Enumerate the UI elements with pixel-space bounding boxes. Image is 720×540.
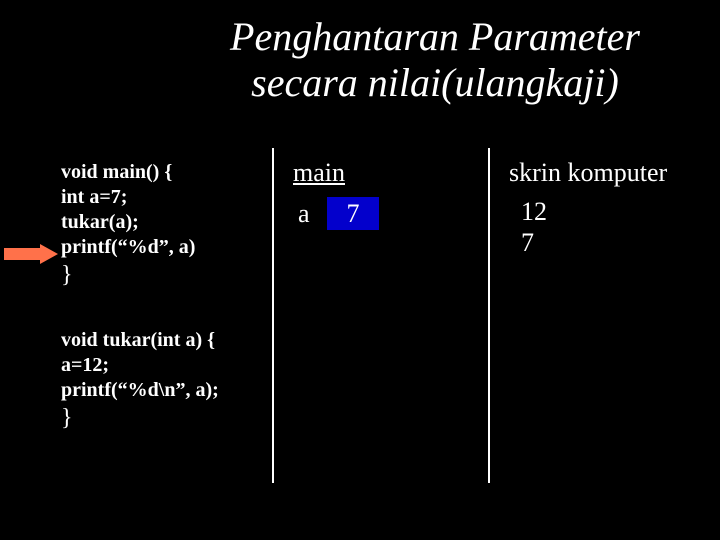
code-block-main: void main() { int a=7; tukar(a); printf(… [61,160,195,290]
code-line: void main() { [61,160,195,185]
column-screen-header: skrin komputer [509,158,667,188]
code-line: } [61,260,195,290]
code-line: tukar(a); [61,210,195,235]
screen-output-line-1: 12 [521,197,547,227]
code-line: a=12; [61,353,219,378]
pointer-arrow-icon [4,244,58,269]
column-divider-1 [272,148,274,483]
code-line: } [61,403,219,433]
code-block-tukar: void tukar(int a) { a=12; printf(“%d\n”,… [61,328,219,433]
variable-a-label: a [298,199,310,229]
variable-a-value-box: 7 [327,197,379,230]
code-line: printf(“%d\n”, a); [61,378,219,403]
column-main-header: main [293,158,345,188]
screen-output-line-2: 7 [521,228,534,258]
title-line-1: Penghantaran Parameter [230,14,640,59]
slide-title: Penghantaran Parameter secara nilai(ulan… [0,0,720,106]
code-line: void tukar(int a) { [61,328,219,353]
title-line-2: secara nilai(ulangkaji) [251,60,619,105]
code-line: printf(“%d”, a) [61,235,195,260]
column-divider-2 [488,148,490,483]
code-line: int a=7; [61,185,195,210]
